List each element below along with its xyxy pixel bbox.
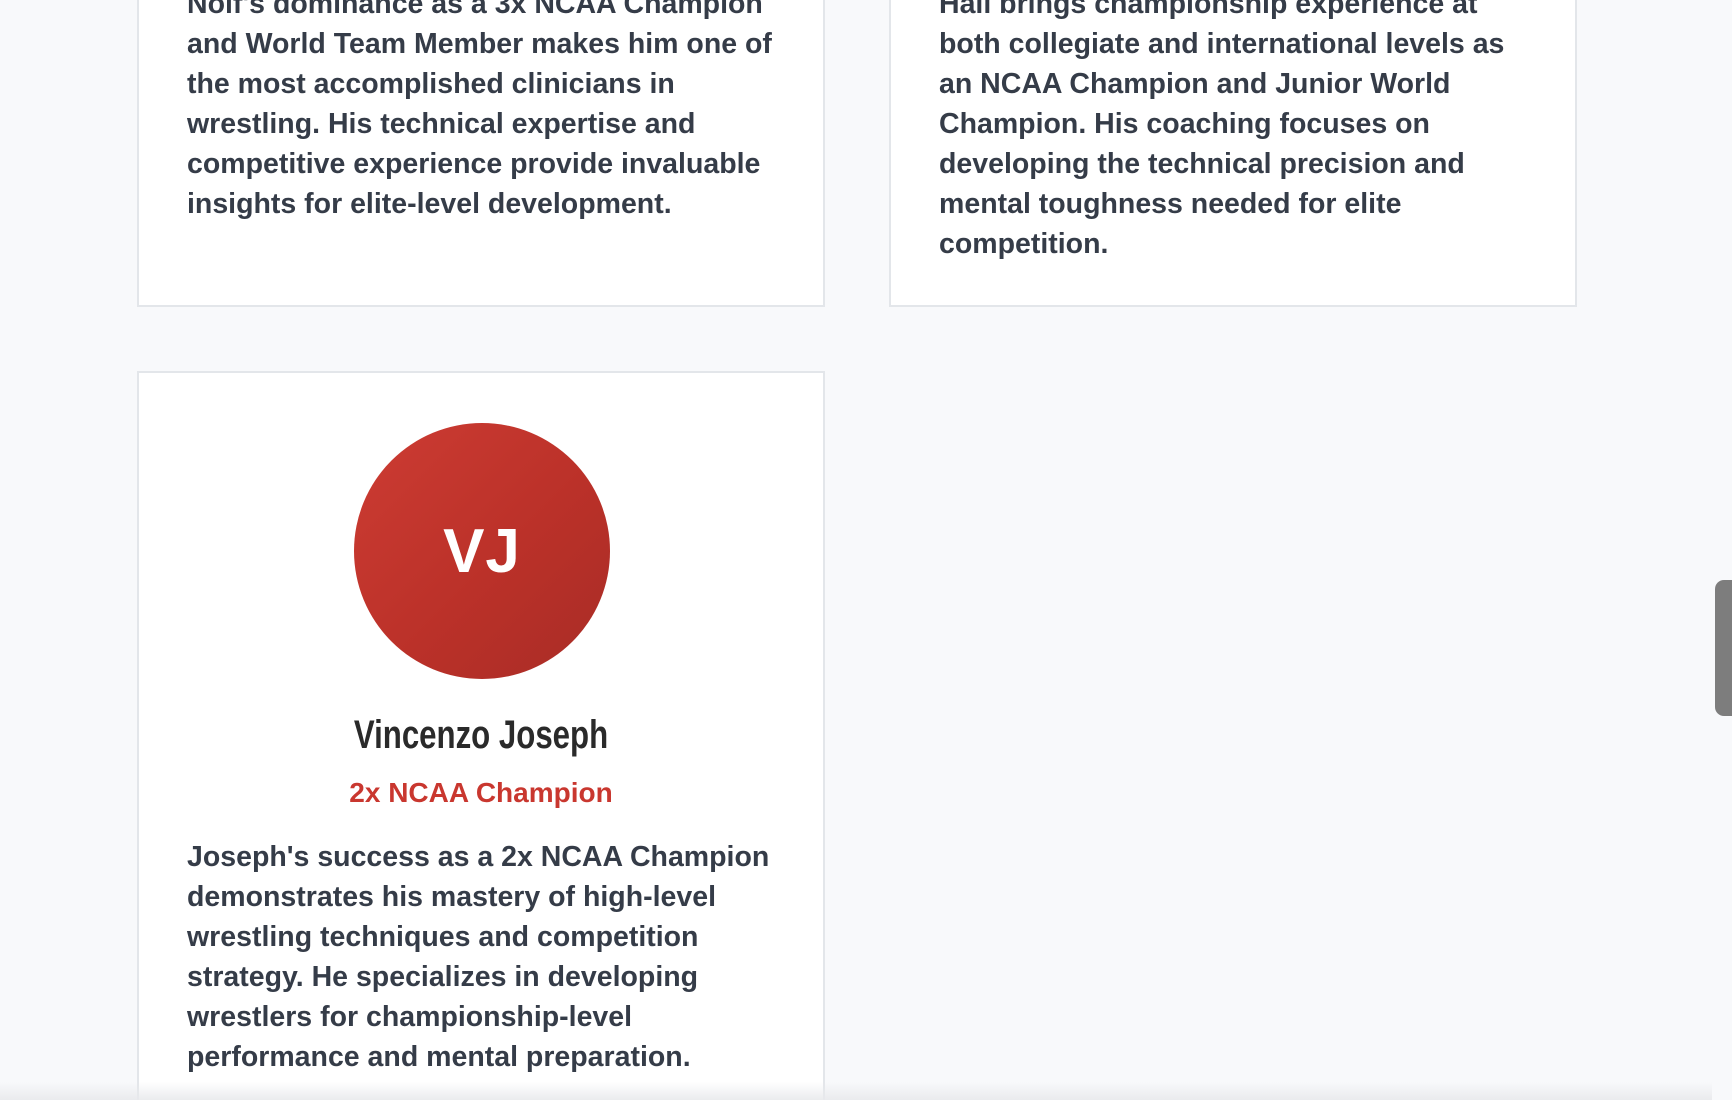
page-viewport: Nolf's dominance as a 3x NCAA Champion a…: [0, 0, 1732, 1100]
avatar-initials: VJ: [443, 516, 521, 586]
coach-card-hall: Hall brings championship experience at b…: [889, 0, 1577, 307]
scrollbar-thumb[interactable]: [1715, 580, 1732, 716]
coach-name: Vincenzo Joseph: [353, 713, 609, 757]
scrollbar-track[interactable]: [1712, 0, 1732, 1100]
coach-card-nolf: Nolf's dominance as a 3x NCAA Champion a…: [137, 0, 825, 307]
coach-bio: Joseph's success as a 2x NCAA Champion d…: [187, 841, 770, 1073]
coach-title: 2x NCAA Champion: [349, 777, 613, 808]
coach-card-joseph: VJ Vincenzo Joseph 2x NCAA Champion Jose…: [137, 371, 825, 1100]
coach-bio: Hall brings championship experience at b…: [939, 0, 1505, 260]
coach-bio: Nolf's dominance as a 3x NCAA Champion a…: [187, 0, 772, 220]
avatar: VJ: [354, 423, 610, 679]
